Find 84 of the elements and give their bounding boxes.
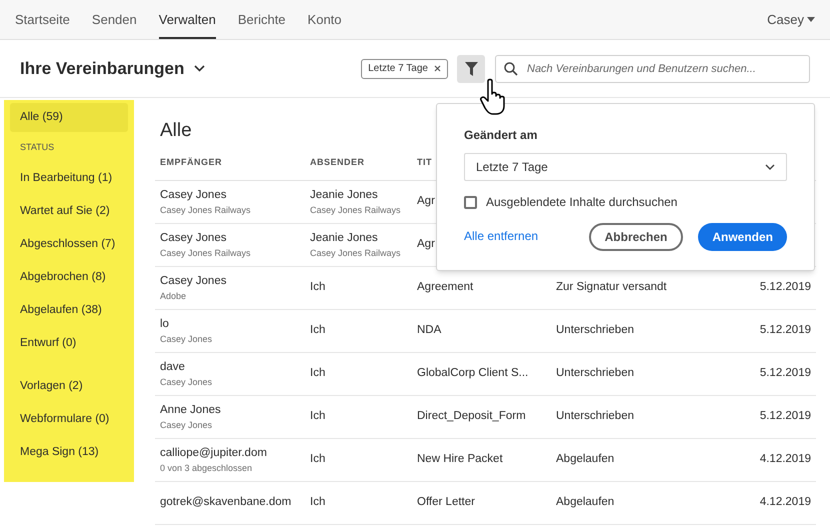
table-cell-text: 4.12.2019 bbox=[760, 495, 811, 510]
sidebar-item[interactable]: Abgelaufen (38) bbox=[10, 296, 128, 325]
sidebar-item[interactable]: Wartet auf Sie (2) bbox=[10, 197, 128, 226]
table-cell-text: 5.12.2019 bbox=[760, 280, 811, 296]
nav-tab[interactable]: Verwalten bbox=[158, 0, 216, 39]
table-cell-text: Zur Signatur versandt bbox=[556, 280, 667, 296]
search-icon bbox=[504, 62, 518, 76]
checkbox-label: Ausgeblendete Inhalte durchsuchen bbox=[486, 194, 678, 211]
cell-subtext: 0 von 3 abgeschlossen bbox=[160, 462, 252, 475]
close-icon[interactable] bbox=[434, 65, 441, 72]
table-cell-text: GlobalCorp Client S... bbox=[417, 366, 528, 382]
sidebar-item[interactable]: Entwurf (0) bbox=[10, 329, 128, 358]
cancel-button[interactable]: Abbrechen bbox=[588, 223, 684, 251]
column-header: ABSENDER bbox=[310, 156, 365, 169]
table-cell-text: gotrek@skavenbane.dom bbox=[160, 495, 292, 510]
table-cell-text: 5.12.2019 bbox=[760, 323, 811, 338]
chevron-down-icon[interactable] bbox=[194, 65, 206, 72]
filter-chip[interactable]: Letzte 7 Tage bbox=[361, 58, 448, 78]
table-cell-text: dave bbox=[160, 360, 185, 375]
column-header: EMPFÄNGER bbox=[160, 156, 222, 169]
nav-tab[interactable]: Konto bbox=[308, 0, 342, 39]
filter-chip-label: Letzte 7 Tage bbox=[368, 62, 428, 76]
sidebar-item[interactable]: Vorlagen (2) bbox=[10, 372, 128, 401]
cell-subtext: Casey Jones Railways bbox=[310, 246, 401, 260]
table-cell-text: Abgelaufen bbox=[556, 495, 614, 510]
page-title: Ihre Vereinbarungen bbox=[20, 58, 184, 80]
table-cell-text: Unterschrieben bbox=[556, 323, 634, 338]
sidebar-heading: STATUS bbox=[19, 141, 56, 154]
table-cell-text: Abgelaufen bbox=[556, 452, 614, 468]
table-cell-text: Unterschrieben bbox=[556, 366, 634, 382]
date-range-select[interactable]: Letzte 7 Tage bbox=[464, 153, 787, 181]
filter-label: Geändert am bbox=[464, 127, 538, 144]
cell-subtext: Casey Jones bbox=[160, 376, 212, 389]
table-cell-text: Direct_Deposit_Form bbox=[417, 409, 526, 424]
funnel-icon bbox=[464, 62, 478, 76]
table-cell-text: lo bbox=[160, 316, 169, 332]
table-cell-text: Jeanie Jones bbox=[310, 230, 378, 246]
sidebar-item[interactable]: In Bearbeitung (1) bbox=[10, 164, 128, 193]
table-cell-text: Casey Jones bbox=[160, 230, 226, 246]
table-cell-text: Agr bbox=[417, 237, 435, 252]
caret-down-icon bbox=[807, 17, 815, 22]
table-cell-text: Unterschrieben bbox=[556, 409, 634, 424]
table-cell-text: Casey Jones bbox=[160, 188, 226, 203]
table-cell-text: 5.12.2019 bbox=[760, 409, 811, 424]
table-cell-text: calliope@jupiter.dom bbox=[160, 446, 267, 461]
checkbox[interactable] bbox=[464, 196, 477, 208]
sidebar-item[interactable]: Abgebrochen (8) bbox=[10, 263, 128, 292]
table-cell-text: Ich bbox=[310, 409, 326, 424]
apply-button[interactable]: Anwenden bbox=[698, 223, 787, 251]
table-cell-text: Jeanie Jones bbox=[310, 188, 378, 203]
table-cell-text: Casey Jones bbox=[160, 274, 226, 289]
chevron-down-icon bbox=[765, 164, 775, 170]
table-cell-text: NDA bbox=[417, 323, 442, 338]
cell-subtext: Casey Jones Railways bbox=[310, 204, 401, 217]
cell-subtext: Casey Jones Railways bbox=[160, 246, 251, 260]
table-cell-text: Ich bbox=[310, 366, 326, 382]
clear-all-link[interactable]: Alle entfernen bbox=[464, 226, 538, 244]
sidebar-item[interactable]: Webformulare (0) bbox=[10, 405, 128, 434]
table-cell-text: Ich bbox=[310, 323, 326, 338]
table-cell-text: Offer Letter bbox=[417, 495, 475, 510]
table-cell-text: Agr bbox=[417, 194, 435, 210]
search-field[interactable]: Nach Vereinbarungen und Benutzern suchen... bbox=[495, 54, 810, 82]
table-cell-text: Anne Jones bbox=[160, 402, 221, 418]
table-cell-text: 4.12.2019 bbox=[760, 452, 811, 468]
cell-subtext: Adobe bbox=[160, 290, 186, 303]
sidebar-item[interactable]: Abgeschlossen (7) bbox=[10, 230, 128, 259]
table-title: Alle bbox=[160, 120, 192, 141]
cell-subtext: Casey Jones Railways bbox=[160, 204, 251, 217]
nav-tab[interactable]: Senden bbox=[92, 0, 137, 39]
user-menu[interactable]: Casey bbox=[767, 0, 815, 39]
table-cell-text: Ich bbox=[310, 495, 326, 510]
table-cell-text: Ich bbox=[310, 280, 326, 296]
cell-subtext: Casey Jones bbox=[160, 332, 212, 346]
sidebar-item[interactable]: Alle (59) bbox=[10, 103, 128, 132]
sidebar-item[interactable]: Mega Sign (13) bbox=[10, 438, 128, 467]
filter-button[interactable] bbox=[457, 54, 485, 82]
table-cell-text: Agreement bbox=[417, 280, 474, 296]
table-cell-text: Ich bbox=[310, 452, 326, 468]
cell-subtext: Casey Jones bbox=[160, 418, 212, 432]
nav-tab[interactable]: Startseite bbox=[15, 0, 70, 39]
table-cell-text: New Hire Packet bbox=[417, 452, 503, 468]
column-header: TIT bbox=[417, 156, 432, 169]
nav-tab[interactable]: Berichte bbox=[238, 0, 286, 39]
table-cell-text: 5.12.2019 bbox=[760, 366, 811, 382]
